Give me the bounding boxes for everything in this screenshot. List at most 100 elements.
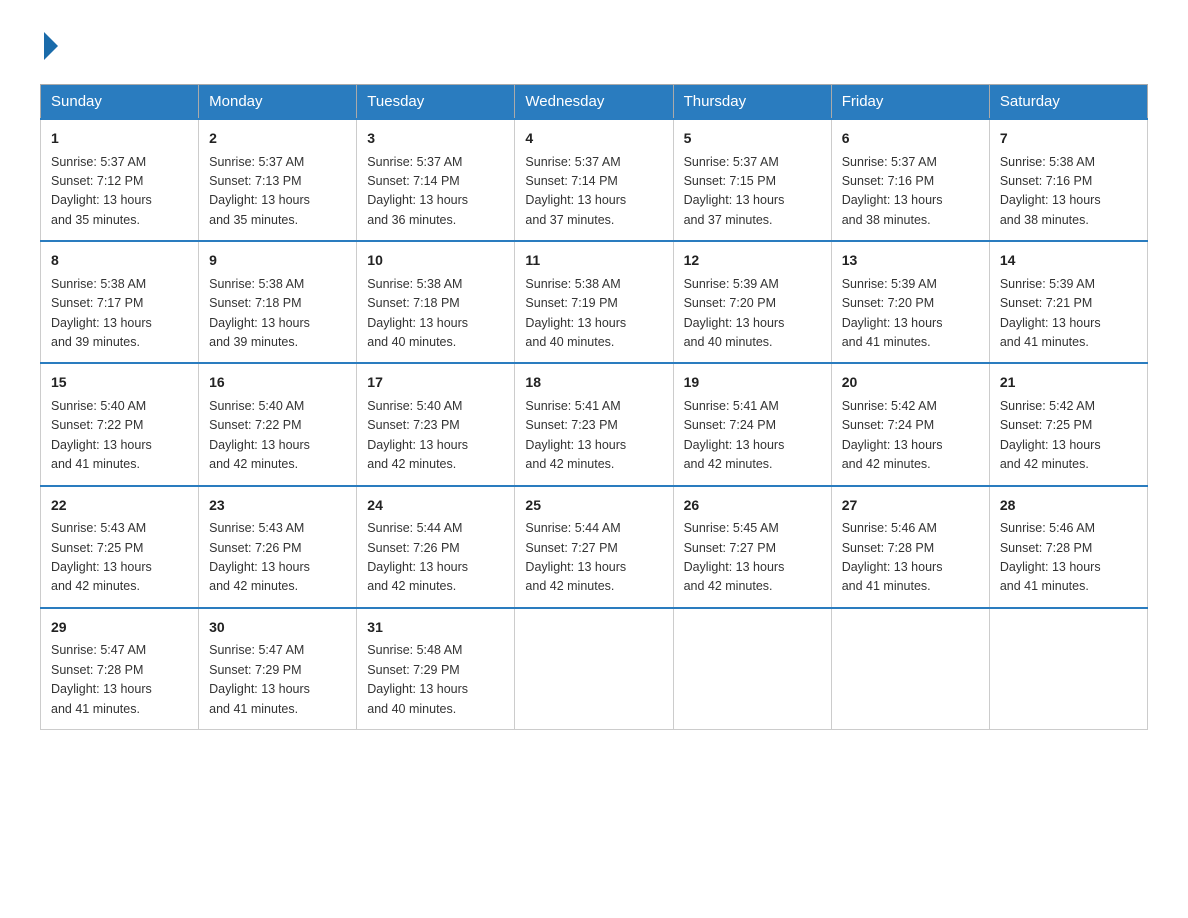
week-row-2: 8 Sunrise: 5:38 AMSunset: 7:17 PMDayligh… xyxy=(41,241,1148,363)
day-number: 3 xyxy=(367,128,504,150)
calendar-cell: 2 Sunrise: 5:37 AMSunset: 7:13 PMDayligh… xyxy=(199,119,357,241)
day-info: Sunrise: 5:40 AMSunset: 7:22 PMDaylight:… xyxy=(51,399,152,471)
calendar-cell: 3 Sunrise: 5:37 AMSunset: 7:14 PMDayligh… xyxy=(357,119,515,241)
day-number: 10 xyxy=(367,250,504,272)
day-info: Sunrise: 5:42 AMSunset: 7:24 PMDaylight:… xyxy=(842,399,943,471)
calendar-cell xyxy=(673,608,831,730)
header-sunday: Sunday xyxy=(41,85,199,120)
day-info: Sunrise: 5:37 AMSunset: 7:15 PMDaylight:… xyxy=(684,155,785,227)
day-number: 4 xyxy=(525,128,662,150)
day-number: 8 xyxy=(51,250,188,272)
day-number: 21 xyxy=(1000,372,1137,394)
calendar-cell: 14 Sunrise: 5:39 AMSunset: 7:21 PMDaylig… xyxy=(989,241,1147,363)
calendar-cell: 9 Sunrise: 5:38 AMSunset: 7:18 PMDayligh… xyxy=(199,241,357,363)
header-saturday: Saturday xyxy=(989,85,1147,120)
day-info: Sunrise: 5:40 AMSunset: 7:23 PMDaylight:… xyxy=(367,399,468,471)
day-number: 20 xyxy=(842,372,979,394)
header-friday: Friday xyxy=(831,85,989,120)
calendar-cell: 11 Sunrise: 5:38 AMSunset: 7:19 PMDaylig… xyxy=(515,241,673,363)
calendar-table: SundayMondayTuesdayWednesdayThursdayFrid… xyxy=(40,84,1148,730)
day-number: 16 xyxy=(209,372,346,394)
calendar-cell xyxy=(515,608,673,730)
calendar-cell: 10 Sunrise: 5:38 AMSunset: 7:18 PMDaylig… xyxy=(357,241,515,363)
day-number: 2 xyxy=(209,128,346,150)
calendar-cell xyxy=(989,608,1147,730)
calendar-cell xyxy=(831,608,989,730)
calendar-cell: 25 Sunrise: 5:44 AMSunset: 7:27 PMDaylig… xyxy=(515,486,673,608)
day-info: Sunrise: 5:38 AMSunset: 7:16 PMDaylight:… xyxy=(1000,155,1101,227)
day-number: 6 xyxy=(842,128,979,150)
day-info: Sunrise: 5:39 AMSunset: 7:21 PMDaylight:… xyxy=(1000,277,1101,349)
header-thursday: Thursday xyxy=(673,85,831,120)
week-row-4: 22 Sunrise: 5:43 AMSunset: 7:25 PMDaylig… xyxy=(41,486,1148,608)
calendar-cell: 26 Sunrise: 5:45 AMSunset: 7:27 PMDaylig… xyxy=(673,486,831,608)
day-number: 14 xyxy=(1000,250,1137,272)
day-info: Sunrise: 5:39 AMSunset: 7:20 PMDaylight:… xyxy=(842,277,943,349)
calendar-cell: 6 Sunrise: 5:37 AMSunset: 7:16 PMDayligh… xyxy=(831,119,989,241)
calendar-cell: 24 Sunrise: 5:44 AMSunset: 7:26 PMDaylig… xyxy=(357,486,515,608)
day-info: Sunrise: 5:45 AMSunset: 7:27 PMDaylight:… xyxy=(684,521,785,593)
day-number: 29 xyxy=(51,617,188,639)
calendar-cell: 4 Sunrise: 5:37 AMSunset: 7:14 PMDayligh… xyxy=(515,119,673,241)
day-number: 17 xyxy=(367,372,504,394)
day-info: Sunrise: 5:44 AMSunset: 7:27 PMDaylight:… xyxy=(525,521,626,593)
day-info: Sunrise: 5:38 AMSunset: 7:19 PMDaylight:… xyxy=(525,277,626,349)
calendar-cell: 31 Sunrise: 5:48 AMSunset: 7:29 PMDaylig… xyxy=(357,608,515,730)
day-number: 22 xyxy=(51,495,188,517)
calendar-cell: 22 Sunrise: 5:43 AMSunset: 7:25 PMDaylig… xyxy=(41,486,199,608)
day-number: 1 xyxy=(51,128,188,150)
day-info: Sunrise: 5:43 AMSunset: 7:26 PMDaylight:… xyxy=(209,521,310,593)
day-number: 7 xyxy=(1000,128,1137,150)
day-info: Sunrise: 5:48 AMSunset: 7:29 PMDaylight:… xyxy=(367,643,468,715)
day-info: Sunrise: 5:37 AMSunset: 7:12 PMDaylight:… xyxy=(51,155,152,227)
calendar-cell: 28 Sunrise: 5:46 AMSunset: 7:28 PMDaylig… xyxy=(989,486,1147,608)
day-info: Sunrise: 5:38 AMSunset: 7:17 PMDaylight:… xyxy=(51,277,152,349)
day-info: Sunrise: 5:37 AMSunset: 7:13 PMDaylight:… xyxy=(209,155,310,227)
day-number: 31 xyxy=(367,617,504,639)
day-info: Sunrise: 5:47 AMSunset: 7:29 PMDaylight:… xyxy=(209,643,310,715)
day-number: 28 xyxy=(1000,495,1137,517)
day-number: 9 xyxy=(209,250,346,272)
day-info: Sunrise: 5:38 AMSunset: 7:18 PMDaylight:… xyxy=(209,277,310,349)
day-info: Sunrise: 5:46 AMSunset: 7:28 PMDaylight:… xyxy=(1000,521,1101,593)
calendar-cell: 30 Sunrise: 5:47 AMSunset: 7:29 PMDaylig… xyxy=(199,608,357,730)
logo xyxy=(40,30,58,60)
day-number: 25 xyxy=(525,495,662,517)
day-info: Sunrise: 5:46 AMSunset: 7:28 PMDaylight:… xyxy=(842,521,943,593)
calendar-cell: 29 Sunrise: 5:47 AMSunset: 7:28 PMDaylig… xyxy=(41,608,199,730)
day-info: Sunrise: 5:38 AMSunset: 7:18 PMDaylight:… xyxy=(367,277,468,349)
day-number: 18 xyxy=(525,372,662,394)
day-info: Sunrise: 5:44 AMSunset: 7:26 PMDaylight:… xyxy=(367,521,468,593)
calendar-cell: 27 Sunrise: 5:46 AMSunset: 7:28 PMDaylig… xyxy=(831,486,989,608)
header-wednesday: Wednesday xyxy=(515,85,673,120)
header-tuesday: Tuesday xyxy=(357,85,515,120)
day-number: 30 xyxy=(209,617,346,639)
day-info: Sunrise: 5:40 AMSunset: 7:22 PMDaylight:… xyxy=(209,399,310,471)
day-info: Sunrise: 5:37 AMSunset: 7:14 PMDaylight:… xyxy=(525,155,626,227)
day-info: Sunrise: 5:37 AMSunset: 7:14 PMDaylight:… xyxy=(367,155,468,227)
day-number: 5 xyxy=(684,128,821,150)
logo-triangle-icon xyxy=(44,32,58,60)
calendar-cell: 17 Sunrise: 5:40 AMSunset: 7:23 PMDaylig… xyxy=(357,363,515,485)
day-number: 23 xyxy=(209,495,346,517)
day-number: 13 xyxy=(842,250,979,272)
calendar-cell: 18 Sunrise: 5:41 AMSunset: 7:23 PMDaylig… xyxy=(515,363,673,485)
calendar-cell: 21 Sunrise: 5:42 AMSunset: 7:25 PMDaylig… xyxy=(989,363,1147,485)
day-info: Sunrise: 5:37 AMSunset: 7:16 PMDaylight:… xyxy=(842,155,943,227)
day-number: 15 xyxy=(51,372,188,394)
calendar-cell: 12 Sunrise: 5:39 AMSunset: 7:20 PMDaylig… xyxy=(673,241,831,363)
day-number: 12 xyxy=(684,250,821,272)
day-number: 26 xyxy=(684,495,821,517)
week-row-5: 29 Sunrise: 5:47 AMSunset: 7:28 PMDaylig… xyxy=(41,608,1148,730)
day-info: Sunrise: 5:42 AMSunset: 7:25 PMDaylight:… xyxy=(1000,399,1101,471)
week-row-1: 1 Sunrise: 5:37 AMSunset: 7:12 PMDayligh… xyxy=(41,119,1148,241)
day-info: Sunrise: 5:41 AMSunset: 7:24 PMDaylight:… xyxy=(684,399,785,471)
day-number: 24 xyxy=(367,495,504,517)
calendar-header-row: SundayMondayTuesdayWednesdayThursdayFrid… xyxy=(41,85,1148,120)
calendar-cell: 19 Sunrise: 5:41 AMSunset: 7:24 PMDaylig… xyxy=(673,363,831,485)
day-number: 19 xyxy=(684,372,821,394)
calendar-cell: 8 Sunrise: 5:38 AMSunset: 7:17 PMDayligh… xyxy=(41,241,199,363)
day-info: Sunrise: 5:43 AMSunset: 7:25 PMDaylight:… xyxy=(51,521,152,593)
header-monday: Monday xyxy=(199,85,357,120)
calendar-cell: 23 Sunrise: 5:43 AMSunset: 7:26 PMDaylig… xyxy=(199,486,357,608)
